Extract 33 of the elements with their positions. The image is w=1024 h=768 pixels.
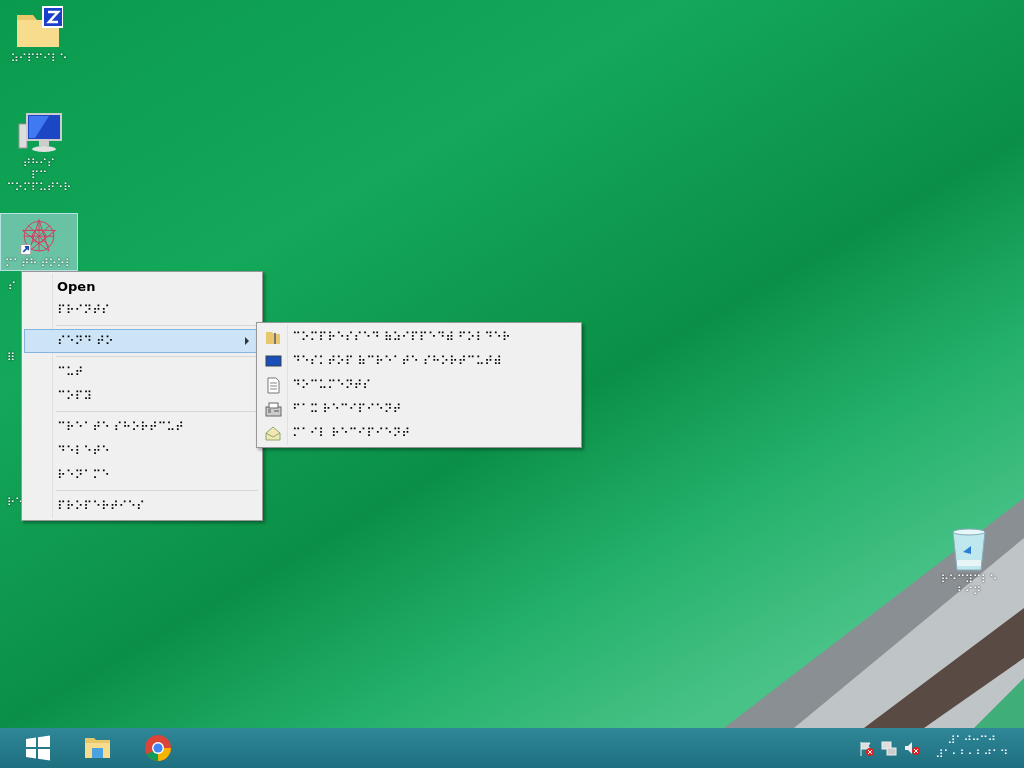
icon-label: ⠎ [8, 281, 17, 293]
menu-item[interactable]: ⠏⠗⠊⠝⠞⠎ [24, 298, 260, 322]
icon-label: ⠵⠊⠏⠋⠊⠇⠑ [10, 53, 68, 65]
menu-item[interactable]: ⠉⠕⠏⠽ [24, 384, 260, 408]
icon-label: ⠍⠁⠞⠓ ⠞⠕⠕⠇ [5, 258, 73, 270]
clock-time: ⠼⠁⠚⠒⠉⠚ [947, 734, 996, 748]
menu-item[interactable]: ⠋⠁⠭ ⠗⠑⠉⠊⠏⠊⠑⠝⠞ [259, 397, 579, 421]
windows-logo-icon[interactable] [24, 734, 52, 762]
menu-item[interactable]: ⠗⠑⠝⠁⠍⠑ [24, 463, 260, 487]
network-icon[interactable] [881, 739, 899, 757]
icon-label: ⠗⠑⠉⠽⠉⠇⠑ ⠃⠊⠝ [940, 574, 998, 598]
flag-error-icon[interactable] [858, 739, 876, 757]
envelope-icon [265, 425, 282, 442]
zip-folder-icon [265, 329, 282, 346]
submenu-arrow-icon [245, 337, 249, 345]
menu-item[interactable]: Open [24, 274, 260, 298]
menu-item[interactable]: ⠉⠥⠞ [24, 360, 260, 384]
icon-label: ⠞⠓⠊⠎ ⠏⠉ ⠉⠕⠍⠏⠥⠞⠑⠗ [5, 158, 73, 194]
icon-label: ⠿ [7, 352, 16, 364]
clock[interactable]: ⠼⠁⠚⠒⠉⠚ ⠼⠁⠂⠃⠂⠃⠚⠁⠙ [935, 734, 1008, 762]
clock-date: ⠼⠁⠂⠃⠂⠃⠚⠁⠙ [935, 748, 1008, 762]
menu-item[interactable]: ⠙⠑⠇⠑⠞⠑ [24, 439, 260, 463]
chrome-logo-icon[interactable] [144, 734, 172, 762]
desktop-icon[interactable]: ⠵⠊⠏⠋⠊⠇⠑ [0, 0, 78, 105]
menu-item[interactable]: ⠉⠗⠑⠁⠞⠑ ⠎⠓⠕⠗⠞⠉⠥⠞ [24, 415, 260, 439]
fax-machine-icon [265, 401, 282, 418]
menu-item[interactable]: ⠙⠕⠉⠥⠍⠑⠝⠞⠎ [259, 373, 579, 397]
document-icon [265, 377, 282, 394]
menu-item[interactable]: ⠉⠕⠍⠏⠗⠑⠎⠎⠑⠙ ⠷⠵⠊⠏⠏⠑⠙⠾ ⠋⠕⠇⠙⠑⠗ [259, 325, 579, 349]
menu-item[interactable]: ⠏⠗⠕⠏⠑⠗⠞⠊⠑⠎ [24, 494, 260, 518]
menu-item[interactable]: ⠍⠁⠊⠇ ⠗⠑⠉⠊⠏⠊⠑⠝⠞ [259, 421, 579, 445]
monitor-icon [265, 353, 282, 370]
menu-item[interactable]: ⠙⠑⠎⠅⠞⠕⠏ ⠷⠉⠗⠑⠁⠞⠑ ⠎⠓⠕⠗⠞⠉⠥⠞⠾ [259, 349, 579, 373]
